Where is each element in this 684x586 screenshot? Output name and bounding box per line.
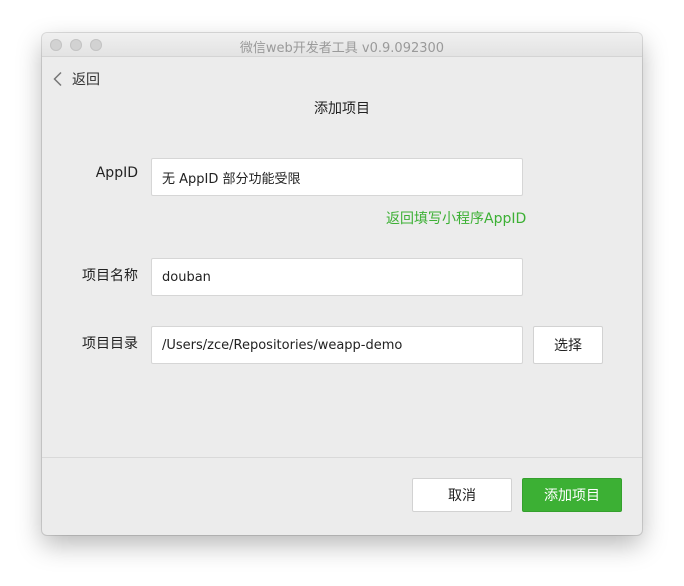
project-dir-field[interactable]: /Users/zce/Repositories/weapp-demo xyxy=(151,326,523,364)
dialog-window: 微信web开发者工具 v0.9.092300 返回 添加项目 AppID 无 A… xyxy=(42,33,642,535)
project-name-value: douban xyxy=(162,269,211,285)
back-label: 返回 xyxy=(72,72,100,88)
project-name-label: 项目名称 xyxy=(82,268,138,284)
page-title: 添加项目 xyxy=(314,101,370,117)
choose-directory-button[interactable]: 选择 xyxy=(533,326,603,364)
chevron-left-icon xyxy=(52,71,66,87)
back-button[interactable]: 返回 xyxy=(52,69,100,89)
title-bar: 微信web开发者工具 v0.9.092300 xyxy=(42,33,642,57)
fill-appid-link[interactable]: 返回填写小程序AppID xyxy=(386,208,526,228)
appid-field-value: 无 AppID 部分功能受限 xyxy=(162,171,301,187)
project-name-field[interactable]: douban xyxy=(151,258,523,296)
add-project-button[interactable]: 添加项目 xyxy=(522,478,622,512)
footer-divider xyxy=(42,457,642,458)
window-title: 微信web开发者工具 v0.9.092300 xyxy=(239,41,445,56)
project-dir-value: /Users/zce/Repositories/weapp-demo xyxy=(162,337,403,353)
appid-label: AppID xyxy=(95,165,138,181)
cancel-button[interactable]: 取消 xyxy=(412,478,512,512)
appid-field[interactable]: 无 AppID 部分功能受限 xyxy=(151,158,523,196)
project-dir-label: 项目目录 xyxy=(82,336,138,352)
